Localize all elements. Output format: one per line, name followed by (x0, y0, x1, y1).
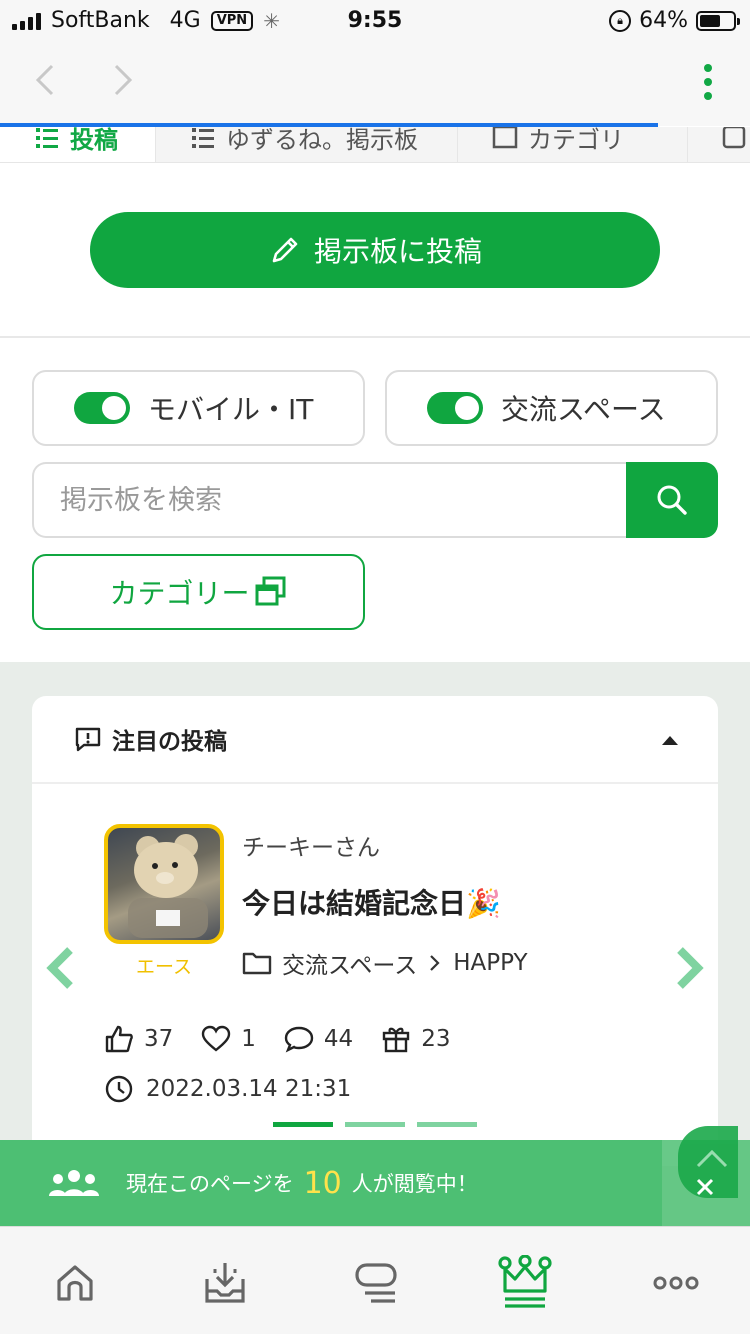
post-title[interactable]: 今日は結婚記念日🎉 (242, 882, 501, 922)
battery-percent: 64% (639, 8, 688, 33)
battery-icon (696, 10, 740, 31)
back-arrow-icon[interactable] (24, 58, 68, 102)
toggle-switch[interactable] (427, 392, 483, 424)
close-icon[interactable] (694, 1176, 716, 1198)
post-username[interactable]: チーキーさん (242, 828, 380, 862)
gift-count: 23 (421, 1026, 451, 1052)
live-viewers-banner: 現在このページを 10 人が閲覧中！ (0, 1140, 662, 1226)
favorite-count: 1 (241, 1026, 256, 1052)
favorite-stat[interactable]: 1 (201, 1025, 256, 1053)
viewers-suffix: 人が閲覧中！ (351, 1172, 478, 1196)
tab-board[interactable] (347, 1255, 403, 1311)
browser-toolbar (0, 40, 750, 126)
pencil-icon (272, 237, 298, 263)
rotation-lock-icon: 🔒︎ (609, 9, 632, 32)
window-icon (492, 127, 518, 149)
carousel-prev-icon[interactable] (42, 945, 78, 991)
category-button[interactable]: カテゴリー (32, 554, 365, 630)
gift-stat[interactable]: 23 (381, 1024, 450, 1054)
tab-post[interactable]: 投稿 (0, 127, 156, 162)
people-icon (49, 1170, 99, 1196)
status-bar: SoftBank 4G VPN ✳ 9:55 🔒︎ 64% (0, 0, 750, 40)
comment-stat[interactable]: 44 (284, 1025, 353, 1053)
alert-comment-icon (75, 727, 101, 752)
home-icon (57, 1265, 93, 1301)
carousel-next-icon[interactable] (672, 945, 708, 991)
search-icon (657, 485, 687, 515)
search-input[interactable] (32, 462, 632, 538)
post-breadcrumb: 交流スペース HAPPY (242, 946, 528, 980)
list-icon (36, 128, 58, 148)
tab-label: 投稿 (70, 127, 118, 154)
comment-count: 44 (323, 1026, 354, 1052)
filter-exchange-space[interactable]: 交流スペース (385, 370, 718, 446)
carousel-dot[interactable] (273, 1122, 333, 1127)
carousel-dot[interactable] (417, 1122, 477, 1127)
post-button-label: 掲示板に投稿 (313, 235, 482, 268)
tab-home[interactable] (47, 1255, 103, 1311)
bottom-tab-bar (0, 1226, 750, 1334)
more-menu-icon[interactable] (702, 64, 714, 104)
featured-header[interactable]: 注目の投稿 (32, 696, 718, 784)
list-icon (192, 128, 214, 148)
featured-heading: 注目の投稿 (112, 729, 227, 755)
forward-arrow-icon[interactable] (100, 58, 144, 102)
avatar[interactable] (104, 824, 224, 944)
tab-label: カテゴリ (528, 127, 624, 154)
featured-card: 注目の投稿 エース チーキーさん 今日は結婚記念日🎉 交流スペース HAPPY (32, 696, 718, 1166)
heart-icon (202, 1025, 231, 1052)
post-subcategory[interactable]: HAPPY (453, 950, 527, 976)
thumbs-up-icon (105, 1025, 133, 1053)
carousel-indicator (273, 1122, 477, 1127)
category-button-label: カテゴリー (109, 577, 250, 610)
tab-strip: 投稿 ゆずるね。掲示板 カテゴリ (0, 127, 750, 163)
folder-icon (242, 952, 272, 975)
user-rank-badge: エース (135, 956, 193, 978)
chevron-right-icon (430, 955, 440, 971)
filter-mobile-it[interactable]: モバイル・IT (32, 370, 365, 446)
search-bar (32, 462, 718, 538)
section-divider (0, 336, 750, 338)
carousel-dot[interactable] (345, 1122, 405, 1127)
post-to-board-button[interactable]: 掲示板に投稿 (90, 212, 660, 288)
viewers-prefix: 現在このページを (126, 1172, 294, 1196)
viewers-count: 10 (303, 1165, 342, 1201)
post-category[interactable]: 交流スペース (282, 946, 417, 980)
board-icon (355, 1263, 397, 1303)
post-date: 2022.03.14 21:31 (104, 1074, 351, 1104)
tab-label: ゆずるね。掲示板 (226, 127, 418, 154)
clock-icon (105, 1075, 133, 1103)
like-count: 37 (144, 1026, 174, 1052)
post-datetime: 2022.03.14 21:31 (146, 1076, 352, 1102)
more-dots-icon (653, 1276, 699, 1290)
collapse-caret-icon[interactable] (662, 736, 678, 745)
crown-icon (498, 1255, 552, 1308)
filter-label: 交流スペース (501, 393, 666, 426)
toggle-switch[interactable] (74, 392, 130, 424)
window-stack-icon (255, 576, 285, 606)
chevron-up-icon (696, 1149, 728, 1168)
filter-label: モバイル・IT (148, 393, 314, 426)
tab-ranking[interactable] (497, 1255, 553, 1311)
tab-category[interactable]: カテゴリ (458, 127, 688, 162)
tab-board[interactable]: ゆずるね。掲示板 (156, 127, 458, 162)
post-stats: 37 1 44 23 (104, 1024, 478, 1054)
like-stat[interactable]: 37 (104, 1024, 173, 1054)
bear-photo (128, 834, 208, 938)
board-icon (722, 127, 746, 149)
tab-inbox[interactable] (197, 1255, 253, 1311)
comment-icon (284, 1026, 314, 1053)
tab-more[interactable] (688, 127, 750, 162)
tab-more[interactable] (648, 1255, 704, 1311)
search-button[interactable] (626, 462, 718, 538)
gift-icon (383, 1027, 410, 1053)
inbox-download-icon (205, 1263, 245, 1303)
